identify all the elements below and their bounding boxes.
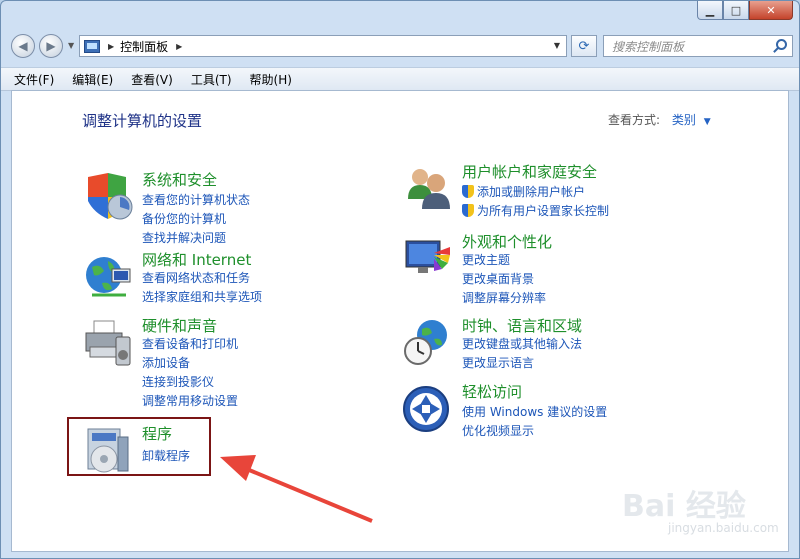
menu-file[interactable]: 文件(F): [9, 71, 59, 88]
refresh-icon[interactable]: ⟳: [571, 35, 597, 57]
link-homegroup-sharing[interactable]: 选择家庭组和共享选项: [142, 288, 262, 305]
search-icon[interactable]: [771, 38, 787, 54]
link-devices-printers[interactable]: 查看设备和打印机: [142, 335, 238, 352]
link-network-status[interactable]: 查看网络状态和任务: [142, 269, 250, 286]
close-button[interactable]: ✕: [749, 1, 793, 20]
clock-globe-icon[interactable]: [402, 317, 454, 369]
category-title[interactable]: 用户帐户和家庭安全: [462, 161, 597, 182]
control-panel-icon: [84, 39, 100, 53]
printer-icon[interactable]: [82, 317, 134, 369]
forward-arrow-icon[interactable]: ▶: [39, 34, 63, 58]
category-title[interactable]: 系统和安全: [142, 169, 217, 190]
monitor-palette-icon[interactable]: [402, 233, 454, 285]
search-input[interactable]: 搜索控制面板: [612, 38, 771, 55]
link-parental-controls[interactable]: 为所有用户设置家长控制: [462, 202, 609, 219]
view-by: 查看方式: 类别 ▼: [608, 111, 711, 128]
category-title[interactable]: 外观和个性化: [462, 231, 552, 252]
control-panel-window: ▁ □ ✕ ◀ ▶ ▼ ▶ 控制面板 ▶ ▼ ⟳ 搜索控制面板 文件(F) 编辑…: [0, 0, 800, 559]
baidu-watermark: Bai 经验 jingyan.baidu.com: [612, 481, 792, 551]
category-title[interactable]: 硬件和声音: [142, 315, 217, 336]
link-mobility-settings[interactable]: 调整常用移动设置: [142, 392, 238, 409]
menu-edit[interactable]: 编辑(E): [67, 71, 118, 88]
link-add-remove-accounts[interactable]: 添加或删除用户帐户: [462, 183, 585, 200]
shield-pc-icon[interactable]: [82, 171, 134, 223]
link-backup-computer[interactable]: 备份您的计算机: [142, 210, 226, 227]
caption-buttons: ▁ □ ✕: [697, 1, 793, 21]
view-by-label: 查看方式:: [608, 113, 661, 127]
watermark-url: jingyan.baidu.com: [668, 521, 779, 535]
ease-of-access-icon[interactable]: [402, 383, 454, 435]
chevron-down-icon[interactable]: ▼: [704, 117, 711, 127]
uac-shield-icon: [462, 185, 474, 198]
globe-network-icon[interactable]: [82, 251, 134, 303]
users-icon[interactable]: [402, 163, 454, 215]
recent-pages-dropdown-icon[interactable]: ▼: [68, 41, 74, 50]
link-keyboard-input[interactable]: 更改键盘或其他输入法: [462, 335, 582, 352]
link-add-device[interactable]: 添加设备: [142, 354, 190, 371]
annotation-arrow-icon: [220, 455, 373, 523]
link-desktop-background[interactable]: 更改桌面背景: [462, 270, 534, 287]
link-troubleshoot[interactable]: 查找并解决问题: [142, 229, 226, 246]
link-view-computer-status[interactable]: 查看您的计算机状态: [142, 191, 250, 208]
address-bar[interactable]: ▶ 控制面板 ▶ ▼: [79, 35, 567, 57]
back-arrow-icon[interactable]: ◀: [11, 34, 35, 58]
uac-shield-icon: [462, 204, 474, 217]
category-title[interactable]: 网络和 Internet: [142, 249, 251, 270]
breadcrumb-control-panel[interactable]: 控制面板: [120, 38, 168, 55]
link-windows-recommended[interactable]: 使用 Windows 建议的设置: [462, 403, 607, 420]
category-title[interactable]: 时钟、语言和区域: [462, 315, 582, 336]
link-display-language[interactable]: 更改显示语言: [462, 354, 534, 371]
menu-help[interactable]: 帮助(H): [245, 71, 297, 88]
content-pane: 调整计算机的设置 查看方式: 类别 ▼ 系统和安全 查看您的计算机状态 备份您的…: [11, 90, 789, 552]
breadcrumb-separator-icon[interactable]: ▶: [108, 42, 114, 51]
link-screen-resolution[interactable]: 调整屏幕分辨率: [462, 289, 546, 306]
menu-view[interactable]: 查看(V): [126, 71, 178, 88]
navigation-bar: ◀ ▶ ▼ ▶ 控制面板 ▶ ▼ ⟳ 搜索控制面板: [1, 31, 799, 63]
minimize-button[interactable]: ▁: [697, 1, 723, 20]
link-connect-projector[interactable]: 连接到投影仪: [142, 373, 214, 390]
view-by-dropdown[interactable]: 类别: [672, 113, 696, 127]
category-title[interactable]: 轻松访问: [462, 381, 522, 402]
annotation-highlight-box: [67, 417, 211, 476]
menu-bar: 文件(F) 编辑(E) 查看(V) 工具(T) 帮助(H): [1, 67, 799, 91]
watermark-logo: Bai 经验: [622, 489, 746, 524]
maximize-button[interactable]: □: [723, 1, 749, 20]
link-optimize-video[interactable]: 优化视频显示: [462, 422, 534, 439]
search-box[interactable]: 搜索控制面板: [603, 35, 793, 57]
breadcrumb-separator-icon[interactable]: ▶: [176, 42, 182, 51]
page-title: 调整计算机的设置: [82, 112, 203, 130]
address-dropdown-icon[interactable]: ▼: [554, 41, 560, 50]
link-change-theme[interactable]: 更改主题: [462, 251, 510, 268]
menu-tools[interactable]: 工具(T): [186, 71, 237, 88]
